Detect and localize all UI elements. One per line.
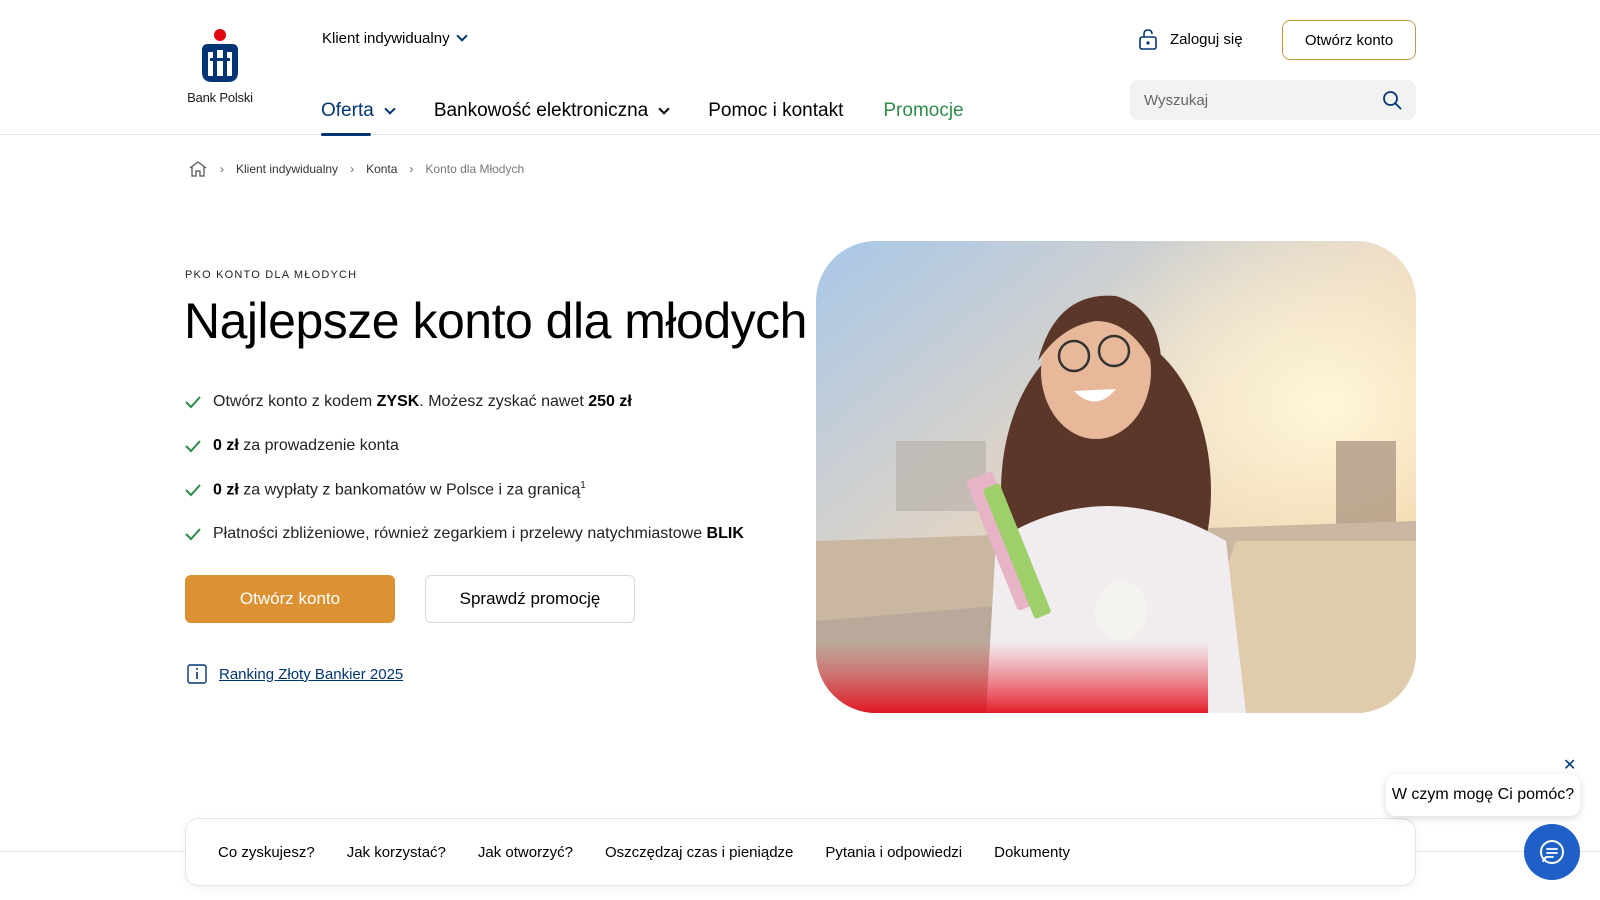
check-icon [185,396,201,409]
search-icon[interactable] [1382,90,1402,110]
login-label: Zaloguj się [1170,30,1243,48]
feature-text: 0 zł za wypłaty z bankomatów w Polsce i … [213,480,586,499]
chat-bubble[interactable]: W czym mogę Ci pomóc? [1386,774,1580,816]
segment-switcher[interactable]: Klient indywidualny [322,30,468,47]
feature-text: Płatności zbliżeniowe, również zegarkiem… [213,525,744,542]
feature-text: Otwórz konto z kodem ZYSK. Możesz zyskać… [213,393,632,410]
hero-eyebrow: PKO KONTO DLA MŁODYCH [185,269,358,281]
nav-label: Oferta [321,100,374,121]
breadcrumb-separator: › [350,162,355,176]
check-icon [185,440,201,453]
tab-co-zyskujesz[interactable]: Co zyskujesz? [218,844,315,861]
nav-label: Pomoc i kontakt [708,100,844,121]
nav-label: Bankowość elektroniczna [433,100,649,121]
chevron-down-icon [658,102,670,115]
nav-item-promocje[interactable]: Promocje [883,88,963,134]
breadcrumb-item[interactable]: Konta [366,162,397,176]
hero-photo-illustration [816,241,1416,713]
nav-item-oferta[interactable]: Oferta [321,88,396,136]
ranking-link[interactable]: Ranking Złoty Bankier 2025 [219,666,403,683]
check-icon [185,528,201,541]
chat-close-icon[interactable]: ✕ [1563,755,1576,775]
feature-item: 0 zł za wypłaty z bankomatów w Polsce i … [185,468,744,512]
main-nav: Oferta Bankowość elektroniczna Pomoc i k… [321,88,1004,136]
lock-icon [1139,29,1157,50]
nav-item-bankowosc-elektroniczna[interactable]: Bankowość elektroniczna [433,88,670,134]
nav-item-pomoc-i-kontakt[interactable]: Pomoc i kontakt [708,88,843,134]
chevron-down-icon [455,30,468,42]
page-title: Najlepsze konto dla młodych [184,293,807,349]
feature-item: Otwórz konto z kodem ZYSK. Możesz zyskać… [185,380,744,424]
segment-label: Klient indywidualny [322,30,450,47]
feature-item: Płatności zbliżeniowe, również zegarkiem… [185,512,744,556]
feature-list: Otwórz konto z kodem ZYSK. Możesz zyskać… [185,380,744,556]
breadcrumb-separator: › [409,162,414,176]
open-account-button[interactable]: Otwórz konto [185,575,395,623]
search-input[interactable] [1144,91,1382,109]
check-icon [185,484,201,497]
home-icon[interactable] [188,160,208,178]
nav-label: Promocje [883,100,964,121]
search-box [1130,80,1416,120]
breadcrumb-separator: › [220,162,224,176]
tab-oszczedzaj-czas[interactable]: Oszczędzaj czas i pieniądze [605,844,793,861]
check-promotion-button[interactable]: Sprawdź promocję [425,575,635,623]
tab-jak-korzystac[interactable]: Jak korzystać? [347,844,446,861]
tab-pytania-i-odpowiedzi[interactable]: Pytania i odpowiedzi [825,844,962,861]
pko-logo-icon [202,29,238,82]
info-icon [187,664,207,684]
breadcrumb-current: Konto dla Młodych [425,162,525,176]
login-link[interactable]: Zaloguj się [1138,28,1243,50]
tab-jak-otworzyc[interactable]: Jak otworzyć? [478,844,573,861]
feature-item: 0 zł za prowadzenie konta [185,424,744,468]
feature-text: 0 zł za prowadzenie konta [213,437,399,454]
section-tabs: Co zyskujesz? Jak korzystać? Jak otworzy… [185,818,1416,886]
logo-text: Bank Polski [187,90,253,105]
tab-dokumenty[interactable]: Dokumenty [994,844,1070,861]
open-account-header-button[interactable]: Otwórz konto [1282,20,1416,60]
site-header: Bank Polski Klient indywidualny Oferta B… [0,0,1600,136]
chevron-down-icon [384,102,396,115]
breadcrumb: › Klient indywidualny › Konta › Konto dl… [188,160,524,178]
chat-icon [1540,840,1564,864]
hero-photo [816,241,1416,713]
chat-button[interactable] [1524,824,1580,880]
ranking-info: Ranking Złoty Bankier 2025 [187,664,403,684]
breadcrumb-item[interactable]: Klient indywidualny [236,162,338,176]
pko-logo[interactable]: Bank Polski [185,28,255,105]
